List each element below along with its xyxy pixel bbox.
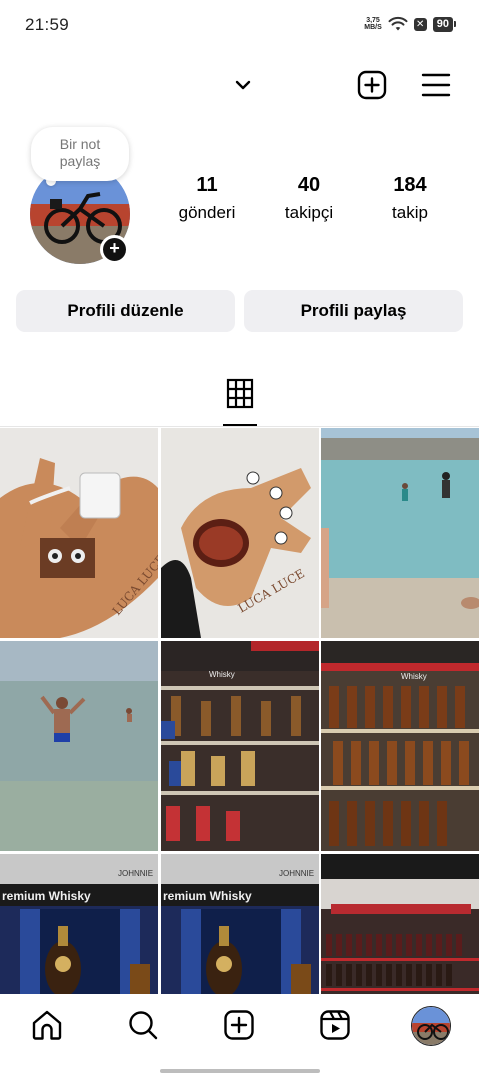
status-time: 21:59 xyxy=(25,15,70,34)
post-image: remium Whisky JOHNNIE xyxy=(0,854,158,994)
post-thumbnail[interactable]: Whisky xyxy=(321,641,479,851)
post-thumbnail[interactable] xyxy=(321,428,479,638)
post-image: LUCA LUCE xyxy=(0,428,158,638)
shelf-label: JOHNNIE xyxy=(279,869,314,878)
status-icons: 3,75 MB/S ✕ 90 xyxy=(364,16,457,32)
reels-icon[interactable] xyxy=(318,1008,352,1042)
post-8-label: remium Whisky xyxy=(163,889,252,903)
post-image xyxy=(321,428,479,638)
grid-icon[interactable] xyxy=(223,378,257,426)
tab-divider xyxy=(0,426,479,427)
wifi-icon xyxy=(388,16,408,31)
shelf-label: JOHNNIE xyxy=(118,869,153,878)
following-label: takip xyxy=(392,203,428,222)
edit-profile-button[interactable]: Profili düzenle xyxy=(16,290,235,332)
post-image xyxy=(321,854,479,994)
shelf-label: Whisky xyxy=(209,670,235,679)
stat-following[interactable]: 184 takip xyxy=(380,174,440,223)
nav-avatar-image xyxy=(412,1007,450,1045)
battery-indicator: 90 xyxy=(432,16,457,32)
post-7-label: remium Whisky xyxy=(2,889,91,903)
post-image: LUCA LUCE xyxy=(161,428,319,638)
following-count: 184 xyxy=(393,174,427,196)
home-icon[interactable] xyxy=(30,1008,64,1042)
post-image: remium Whisky JOHNNIE xyxy=(161,854,319,994)
stat-posts[interactable]: 11 gönderi xyxy=(170,174,244,223)
status-bar: 21:59 3,75 MB/S ✕ 90 xyxy=(0,0,479,50)
home-indicator[interactable] xyxy=(160,1069,320,1073)
share-profile-button[interactable]: Profili paylaş xyxy=(244,290,463,332)
post-image xyxy=(0,641,158,851)
stat-followers[interactable]: 40 takipçi xyxy=(276,174,342,223)
post-thumbnail[interactable]: remium Whisky JOHNNIE xyxy=(161,854,319,994)
note-bubble[interactable]: Bir not paylaş xyxy=(31,127,129,181)
shelf-label: Whisky xyxy=(401,672,427,681)
post-image: Whisky xyxy=(321,641,479,851)
profile-avatar[interactable] xyxy=(411,1006,451,1046)
plus-square-icon[interactable] xyxy=(356,69,388,101)
post-thumbnail[interactable]: LUCA LUCE xyxy=(0,428,158,638)
post-thumbnail[interactable] xyxy=(0,641,158,851)
network-speed: 3,75 MB/S xyxy=(364,17,382,31)
posts-count: 11 xyxy=(196,174,218,196)
create-icon[interactable] xyxy=(222,1008,256,1042)
hamburger-menu-icon[interactable] xyxy=(420,71,452,99)
post-thumbnail[interactable]: LUCA LUCE xyxy=(161,428,319,638)
chevron-down-icon[interactable] xyxy=(232,74,254,96)
post-thumbnail[interactable] xyxy=(321,854,479,994)
post-image: Whisky xyxy=(161,641,319,851)
followers-label: takipçi xyxy=(284,203,334,222)
post-thumbnail[interactable]: remium Whisky JOHNNIE xyxy=(0,854,158,994)
bottom-navigation xyxy=(0,994,479,1080)
add-story-icon[interactable]: + xyxy=(100,235,129,264)
search-icon[interactable] xyxy=(126,1008,160,1042)
post-thumbnail[interactable]: Whisky xyxy=(161,641,319,851)
followers-count: 40 xyxy=(297,174,321,196)
note-text: Bir not paylaş xyxy=(59,136,101,169)
x-box-icon: ✕ xyxy=(413,17,427,31)
posts-grid: LUCA LUCE LUCA LUCE Whisky Whisky remium… xyxy=(0,428,479,994)
profile-header xyxy=(0,60,479,110)
posts-label: gönderi xyxy=(178,203,236,222)
